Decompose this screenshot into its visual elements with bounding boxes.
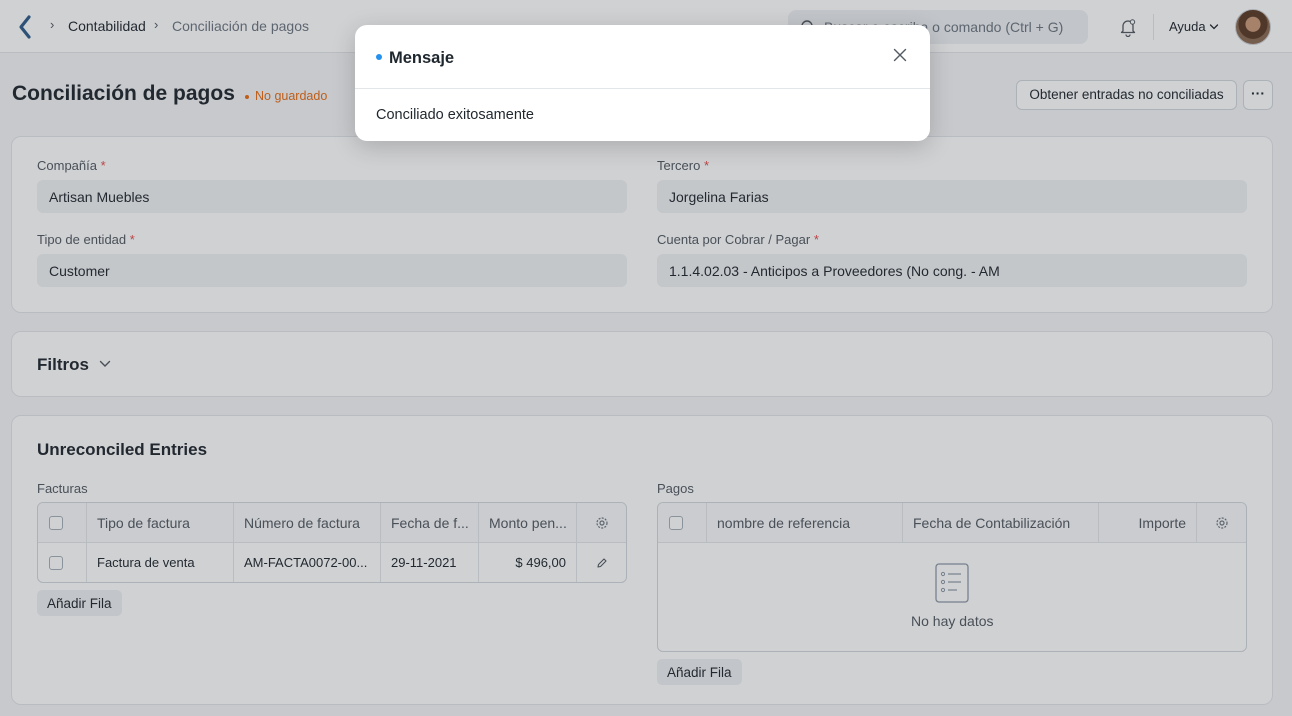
message-dialog: Mensaje Conciliado exitosamente xyxy=(355,25,930,141)
dialog-divider xyxy=(355,88,930,89)
dialog-message: Conciliado exitosamente xyxy=(376,107,534,123)
dialog-title: Mensaje xyxy=(389,49,455,67)
close-icon[interactable] xyxy=(892,47,908,63)
title-indicator-dot xyxy=(376,54,382,60)
